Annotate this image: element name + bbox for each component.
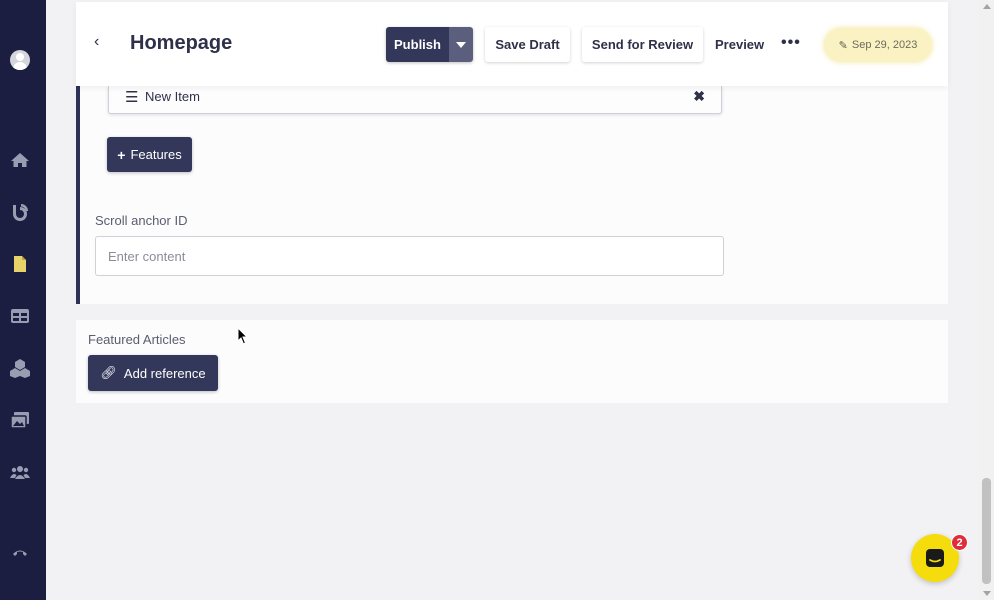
- home-icon[interactable]: [10, 150, 30, 170]
- scroll-anchor-label: Scroll anchor ID: [95, 213, 188, 228]
- users-icon[interactable]: [10, 462, 30, 482]
- link-icon: 🔗︎: [100, 365, 117, 380]
- add-reference-label: Add reference: [123, 365, 206, 381]
- chat-notification-badge: 2: [951, 534, 968, 551]
- featured-articles-card: Featured Articles 🔗︎ Add reference: [76, 320, 948, 403]
- features-button-label: Features: [130, 147, 182, 162]
- scroll-up-arrow-icon[interactable]: [983, 4, 991, 9]
- date-text: Sep 29, 2023: [851, 39, 918, 51]
- featured-articles-label: Featured Articles: [88, 332, 186, 347]
- list-item-label: New Item: [145, 89, 200, 104]
- sidebar: [0, 0, 46, 600]
- phone-icon[interactable]: [10, 542, 30, 562]
- publish-button-group: Publish: [386, 27, 473, 62]
- media-icon[interactable]: [10, 410, 30, 430]
- chat-icon: [926, 549, 944, 567]
- page-icon[interactable]: [10, 254, 30, 274]
- blog-icon[interactable]: [10, 202, 30, 222]
- page-title: Homepage: [130, 32, 233, 54]
- scroll-anchor-input[interactable]: [95, 236, 724, 276]
- more-options-icon[interactable]: •••: [781, 34, 801, 52]
- cubes-icon[interactable]: [10, 358, 30, 378]
- add-reference-button[interactable]: 🔗︎ Add reference: [88, 355, 218, 391]
- caret-down-icon: [456, 41, 466, 48]
- component-editor-card: ☰ New Item ✖ + Features Scroll anchor ID: [76, 86, 948, 304]
- publish-dropdown-button[interactable]: [449, 27, 473, 62]
- pencil-icon: ✎: [838, 39, 848, 52]
- preview-button[interactable]: Preview: [715, 37, 764, 52]
- avatar[interactable]: [10, 50, 30, 70]
- list-item[interactable]: ☰ New Item ✖: [108, 86, 722, 114]
- add-features-button[interactable]: + Features: [107, 137, 192, 172]
- back-chevron-icon[interactable]: ‹: [94, 34, 106, 50]
- plus-icon: +: [117, 146, 126, 163]
- scroll-down-arrow-icon[interactable]: [983, 591, 991, 596]
- date-badge[interactable]: ✎ Sep 29, 2023: [824, 28, 932, 62]
- mouse-cursor-icon: [237, 327, 249, 345]
- scrollbar-thumb[interactable]: [982, 478, 991, 584]
- close-icon[interactable]: ✖: [693, 88, 705, 105]
- table-icon[interactable]: [10, 306, 30, 326]
- save-draft-button[interactable]: Save Draft: [485, 27, 570, 62]
- editor-header: ‹ Homepage Publish Save Draft Send for R…: [76, 2, 948, 86]
- publish-button[interactable]: Publish: [386, 27, 449, 62]
- send-for-review-button[interactable]: Send for Review: [582, 27, 703, 62]
- drag-handle-icon[interactable]: ☰: [125, 88, 138, 106]
- page-scrollbar[interactable]: [979, 0, 994, 600]
